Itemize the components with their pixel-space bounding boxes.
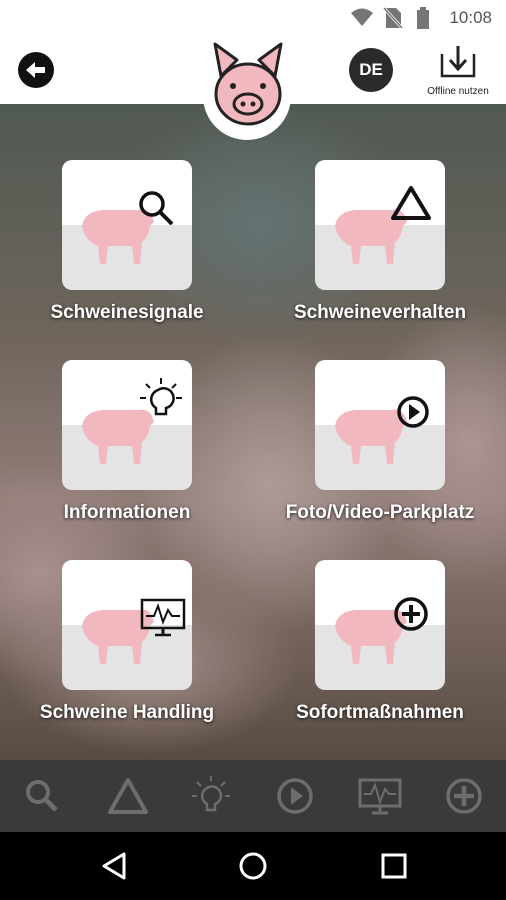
tile-foto-video-parkplatz[interactable]	[315, 360, 445, 490]
pig-plus-icon	[335, 597, 428, 664]
pig-lightbulb-icon	[82, 378, 182, 464]
tile-schweine-handling[interactable]	[62, 560, 192, 690]
android-nav-bar	[0, 832, 506, 900]
background-photo: Schweinesignale Schweineverhalten Inform…	[0, 104, 506, 760]
clock: 10:08	[449, 8, 492, 27]
play-icon[interactable]	[273, 774, 317, 818]
tile-label: Schweineverhalten	[293, 302, 467, 323]
pig-triangle-icon	[335, 186, 431, 264]
battery-icon	[417, 7, 429, 29]
logo	[203, 36, 291, 140]
plus-icon[interactable]	[442, 774, 486, 818]
nav-back-icon[interactable]	[96, 848, 132, 884]
monitor-icon[interactable]	[358, 774, 402, 818]
offline-button[interactable]: Offline nutzen	[414, 42, 502, 98]
tile-informationen[interactable]	[62, 360, 192, 490]
lightbulb-icon[interactable]	[189, 774, 233, 818]
tile-sofortmassnahmen[interactable]	[315, 560, 445, 690]
wifi-icon	[351, 8, 373, 26]
back-button[interactable]	[18, 52, 54, 88]
nav-home-icon[interactable]	[235, 848, 271, 884]
tile-label: Foto/Video-Parkplatz	[285, 502, 475, 523]
offline-label: Offline nutzen	[427, 86, 489, 97]
tile-schweinesignale[interactable]	[62, 160, 192, 290]
pig-monitor-icon	[82, 598, 186, 664]
pig-play-icon	[335, 396, 429, 464]
search-icon[interactable]	[20, 774, 64, 818]
triangle-icon[interactable]	[106, 774, 150, 818]
bottom-tab-bar	[0, 760, 506, 832]
pig-search-icon	[82, 191, 174, 264]
arrow-left-icon	[26, 62, 45, 78]
language-button[interactable]: DE	[349, 48, 393, 92]
tile-label: Informationen	[63, 502, 191, 523]
tile-label: Schweinesignale	[50, 302, 204, 323]
download-icon	[440, 46, 476, 78]
nav-recents-icon[interactable]	[376, 848, 412, 884]
tile-label: Schweine Handling	[39, 702, 215, 723]
tile-schweineverhalten[interactable]	[315, 160, 445, 290]
status-bar: 10:08	[0, 0, 506, 36]
tile-label: Sofortmaßnahmen	[296, 702, 464, 723]
pig-face-logo-icon	[213, 42, 283, 126]
no-sim-icon	[382, 6, 404, 30]
